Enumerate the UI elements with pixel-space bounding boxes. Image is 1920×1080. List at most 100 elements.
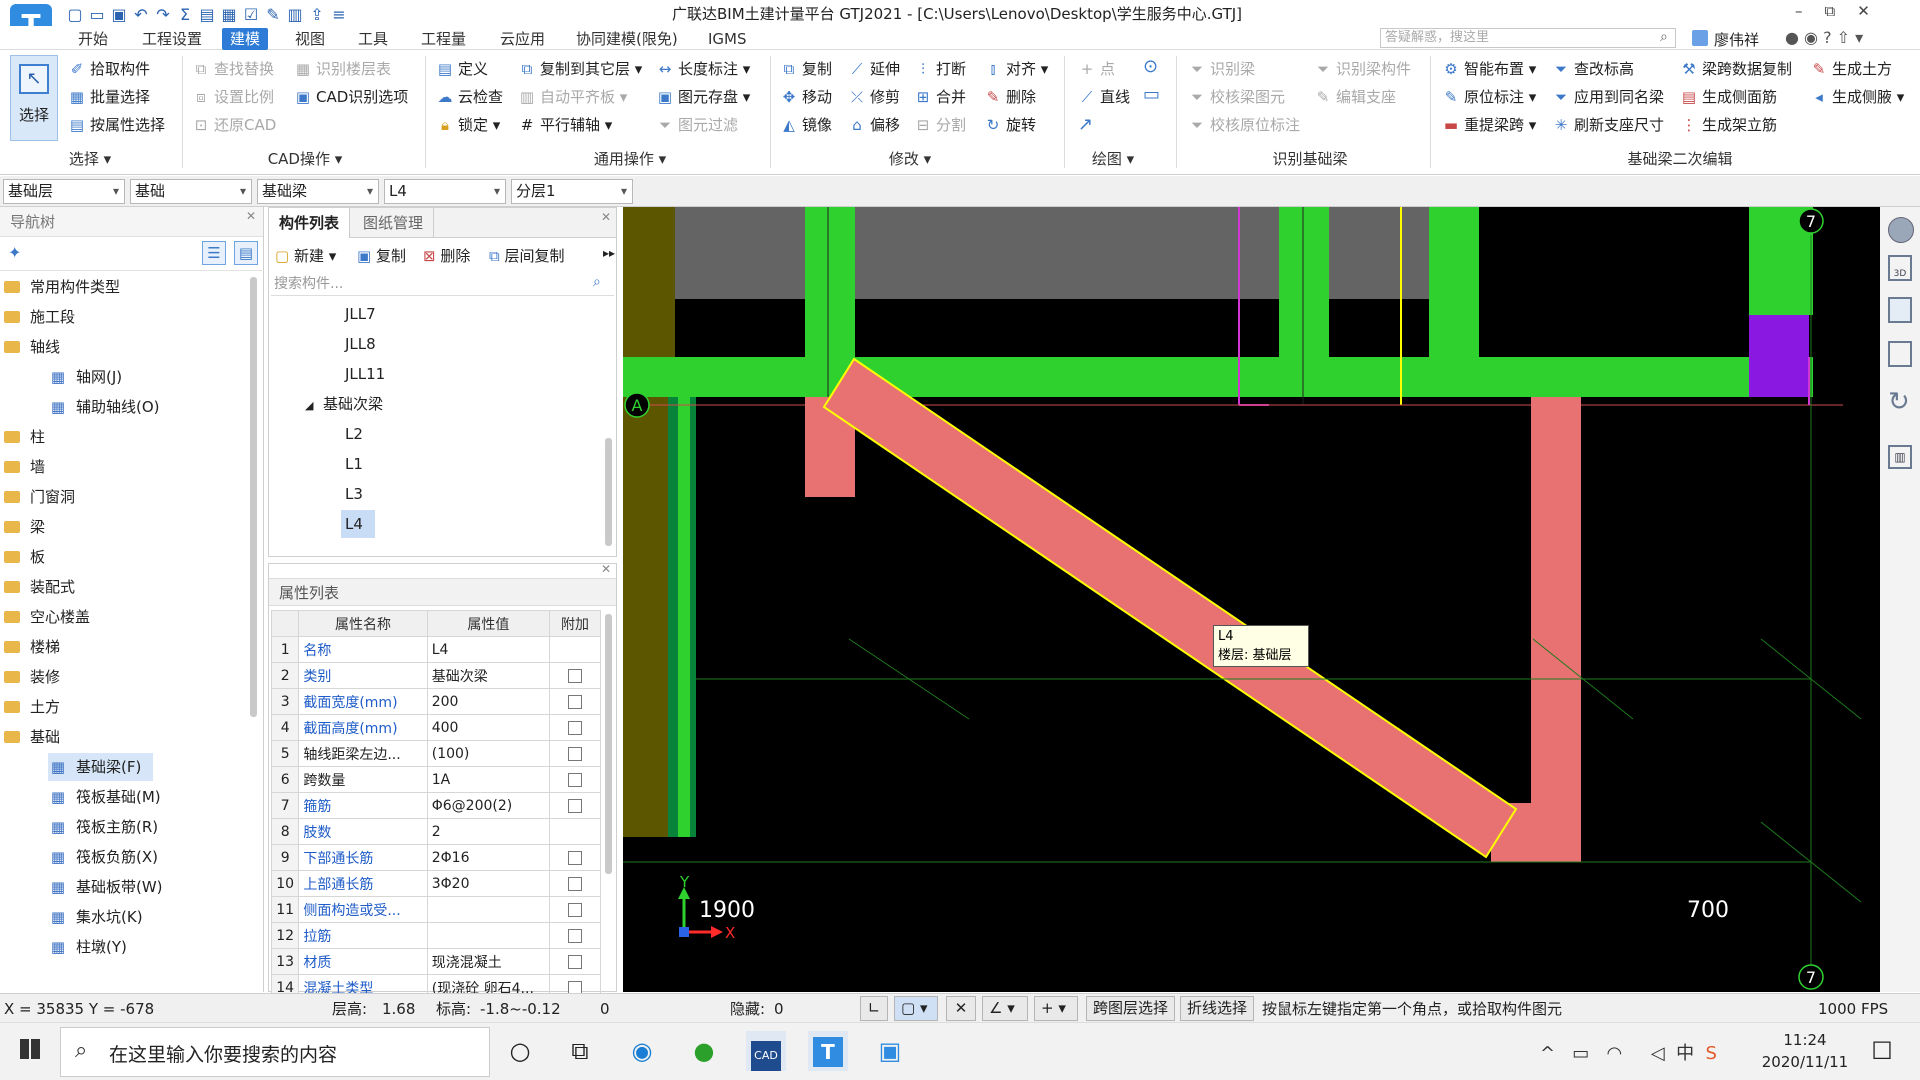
point-button[interactable]: + 点 [1078, 56, 1115, 82]
component-item[interactable]: L2 [345, 420, 363, 448]
open-file-icon[interactable]: ▭ [88, 6, 106, 24]
nav-item[interactable]: 基础 [4, 723, 60, 751]
in-situ-label-button[interactable]: ✎ 原位标注 ▾ [1442, 84, 1537, 110]
green-beam-vertical-2[interactable] [1279, 207, 1329, 357]
ortho-toggle[interactable]: ∟ [860, 996, 888, 1021]
tray-expand-icon[interactable]: ^ [1540, 1043, 1555, 1064]
property-value[interactable]: 200 [426, 688, 551, 715]
nav-item[interactable]: 门窗洞 [4, 483, 75, 511]
nav-close-icon[interactable]: ✕ [246, 209, 256, 223]
offset-button[interactable]: ⌂ 偏移 [848, 112, 900, 138]
attach-checkbox[interactable] [568, 746, 582, 761]
nav-item[interactable]: ▦ 集水坑(K) [48, 903, 143, 931]
select-big-button[interactable]: ↖ 选择 [10, 55, 58, 141]
break-button[interactable]: ⫶ 打断 [914, 56, 966, 82]
auto-align-slab-button[interactable]: ▥ 自动平齐板 ▾ [518, 84, 627, 110]
nav-item[interactable]: 楼梯 [4, 633, 60, 661]
drawing-canvas[interactable]: A 7 7 1900 700 Y X L4 楼层: 基础层 [623, 207, 1880, 992]
copy-button[interactable]: ⧉ 复制 [780, 56, 832, 82]
tab-component-list[interactable]: 构件列表 [269, 208, 351, 238]
menu-cloud[interactable]: 云应用 [492, 28, 553, 50]
component-search-input[interactable]: 搜索构件... [271, 272, 614, 296]
more-tools-icon[interactable]: ▸▸ [603, 246, 615, 260]
new-component-button[interactable]: ▢ 新建 ▾ [275, 244, 336, 268]
volume-icon[interactable]: ◁ [1651, 1043, 1665, 1064]
detail-view-icon[interactable]: ▤ [234, 241, 258, 265]
define-button[interactable]: ▤ 定义 [436, 56, 488, 82]
trim-button[interactable]: ⤫ 修剪 [848, 84, 900, 110]
menu-collab[interactable]: 协同建模(限免) [568, 28, 686, 50]
line-button[interactable]: ⟋ 直线 [1078, 84, 1130, 110]
nav-item[interactable]: ▦ 筏板主筋(R) [48, 813, 158, 841]
draw-group-label[interactable]: 绘图 ▾ [1068, 147, 1158, 171]
attach-checkbox[interactable] [568, 954, 582, 969]
type-selector[interactable]: 基础梁 [257, 179, 379, 204]
new-file-icon[interactable]: ▢ [66, 6, 84, 24]
attach-checkbox[interactable] [568, 876, 582, 891]
copy-span-data-button[interactable]: ⚒ 梁跨数据复制 [1680, 56, 1792, 82]
report-icon[interactable]: ▤ [198, 6, 216, 24]
property-value[interactable]: 现浇混凝土 [426, 948, 551, 975]
property-value[interactable]: 基础次梁 [426, 662, 551, 689]
nav-item[interactable]: 柱 [4, 423, 45, 451]
selected-beam-l4[interactable] [822, 357, 1518, 859]
property-value[interactable] [426, 922, 551, 949]
rect-tool-icon[interactable]: ▭ [1143, 84, 1160, 105]
cad-options-button[interactable]: ▣ CAD识别选项 [294, 84, 408, 110]
taskbar-search-box[interactable]: ⌕ 在这里输入你要搜索的内容 [60, 1027, 490, 1077]
cad-app-icon[interactable]: CAD [746, 1031, 786, 1071]
layer-selector[interactable]: 分层1 [511, 179, 633, 204]
canvas-svg[interactable]: A 7 7 1900 700 Y X [623, 207, 1880, 992]
calendar-app-icon[interactable]: ▣ [870, 1031, 910, 1071]
nav-scrollbar[interactable] [250, 277, 257, 717]
gray-slab-right[interactable] [1329, 207, 1429, 299]
recognize-beam-component-button[interactable]: ⏷ 识别梁构件 [1314, 56, 1411, 82]
gray-slab-left[interactable] [675, 207, 805, 299]
reextract-span-button[interactable]: ▬ 重提梁跨 ▾ [1442, 112, 1536, 138]
nav-item[interactable]: 板 [4, 543, 45, 571]
menu-project-settings[interactable]: 工程设置 [134, 28, 210, 50]
attach-checkbox[interactable] [568, 720, 582, 735]
find-replace-button[interactable]: ⧉ 查找替换 [192, 56, 274, 82]
component-item[interactable]: ◢ 基础次梁 [305, 390, 383, 418]
attach-checkbox[interactable] [568, 850, 582, 865]
green-beam-left-inner[interactable] [678, 397, 690, 837]
batch-select-button[interactable]: ▦ 批量选择 [68, 84, 150, 110]
menu-view[interactable]: 视图 [287, 28, 333, 50]
property-value[interactable]: 3Φ20 [426, 870, 551, 897]
pink-beam-vertical-right[interactable] [1531, 397, 1581, 862]
generate-haunch-button[interactable]: ◂ 生成侧腋 ▾ [1810, 84, 1904, 110]
panel-view-icon[interactable]: ▥ [1888, 445, 1912, 469]
restore-button[interactable]: ⧉ [1825, 2, 1836, 20]
comp-close-icon[interactable]: ✕ [601, 210, 611, 224]
nav-item[interactable]: 装配式 [4, 573, 75, 601]
property-row[interactable]: 10 上部通长筋 3Φ20 [270, 870, 601, 897]
view-top-icon[interactable] [1888, 297, 1912, 323]
rotate-button[interactable]: ↻ 旋转 [984, 112, 1036, 138]
battery-icon[interactable]: ▭ [1572, 1043, 1589, 1064]
prop-scrollbar[interactable] [605, 614, 612, 874]
category-selector[interactable]: 基础 [130, 179, 252, 204]
ime-indicator[interactable]: 中 [1676, 1043, 1694, 1064]
nav-item[interactable]: 墙 [4, 453, 45, 481]
wechat-icon[interactable]: ● [684, 1031, 724, 1071]
floor-selector[interactable]: 基础层 [3, 179, 125, 204]
check-in-situ-label-button[interactable]: ⏷ 校核原位标注 [1188, 112, 1300, 138]
property-row[interactable]: 6 跨数量 1A [270, 766, 601, 793]
parallel-axis-button[interactable]: # 平行辅轴 ▾ [518, 112, 613, 138]
check-beam-element-button[interactable]: ⏷ 校核梁图元 [1188, 84, 1285, 110]
menu-quantities[interactable]: 工程量 [413, 28, 474, 50]
task-view-icon[interactable]: ⧉ [560, 1031, 600, 1071]
attach-checkbox[interactable] [568, 694, 582, 709]
purple-block[interactable] [1749, 315, 1809, 397]
component-item[interactable]: JLL11 [345, 360, 385, 388]
attach-checkbox[interactable] [568, 928, 582, 943]
component-item[interactable]: JLL7 [345, 300, 376, 328]
property-row[interactable]: 2 类别 基础次梁 [270, 662, 601, 689]
cloud-check-button[interactable]: ☁ 云检查 [436, 84, 504, 110]
save-element-button[interactable]: ▣ 图元存盘 ▾ [656, 84, 750, 110]
property-value[interactable]: 400 [426, 714, 551, 741]
help-icons[interactable]: ● ◉ ? ⇧ ▾ [1785, 28, 1863, 47]
mirror-button[interactable]: ◭ 镜像 [780, 112, 832, 138]
green-beam-vertical-3[interactable] [1429, 207, 1479, 357]
